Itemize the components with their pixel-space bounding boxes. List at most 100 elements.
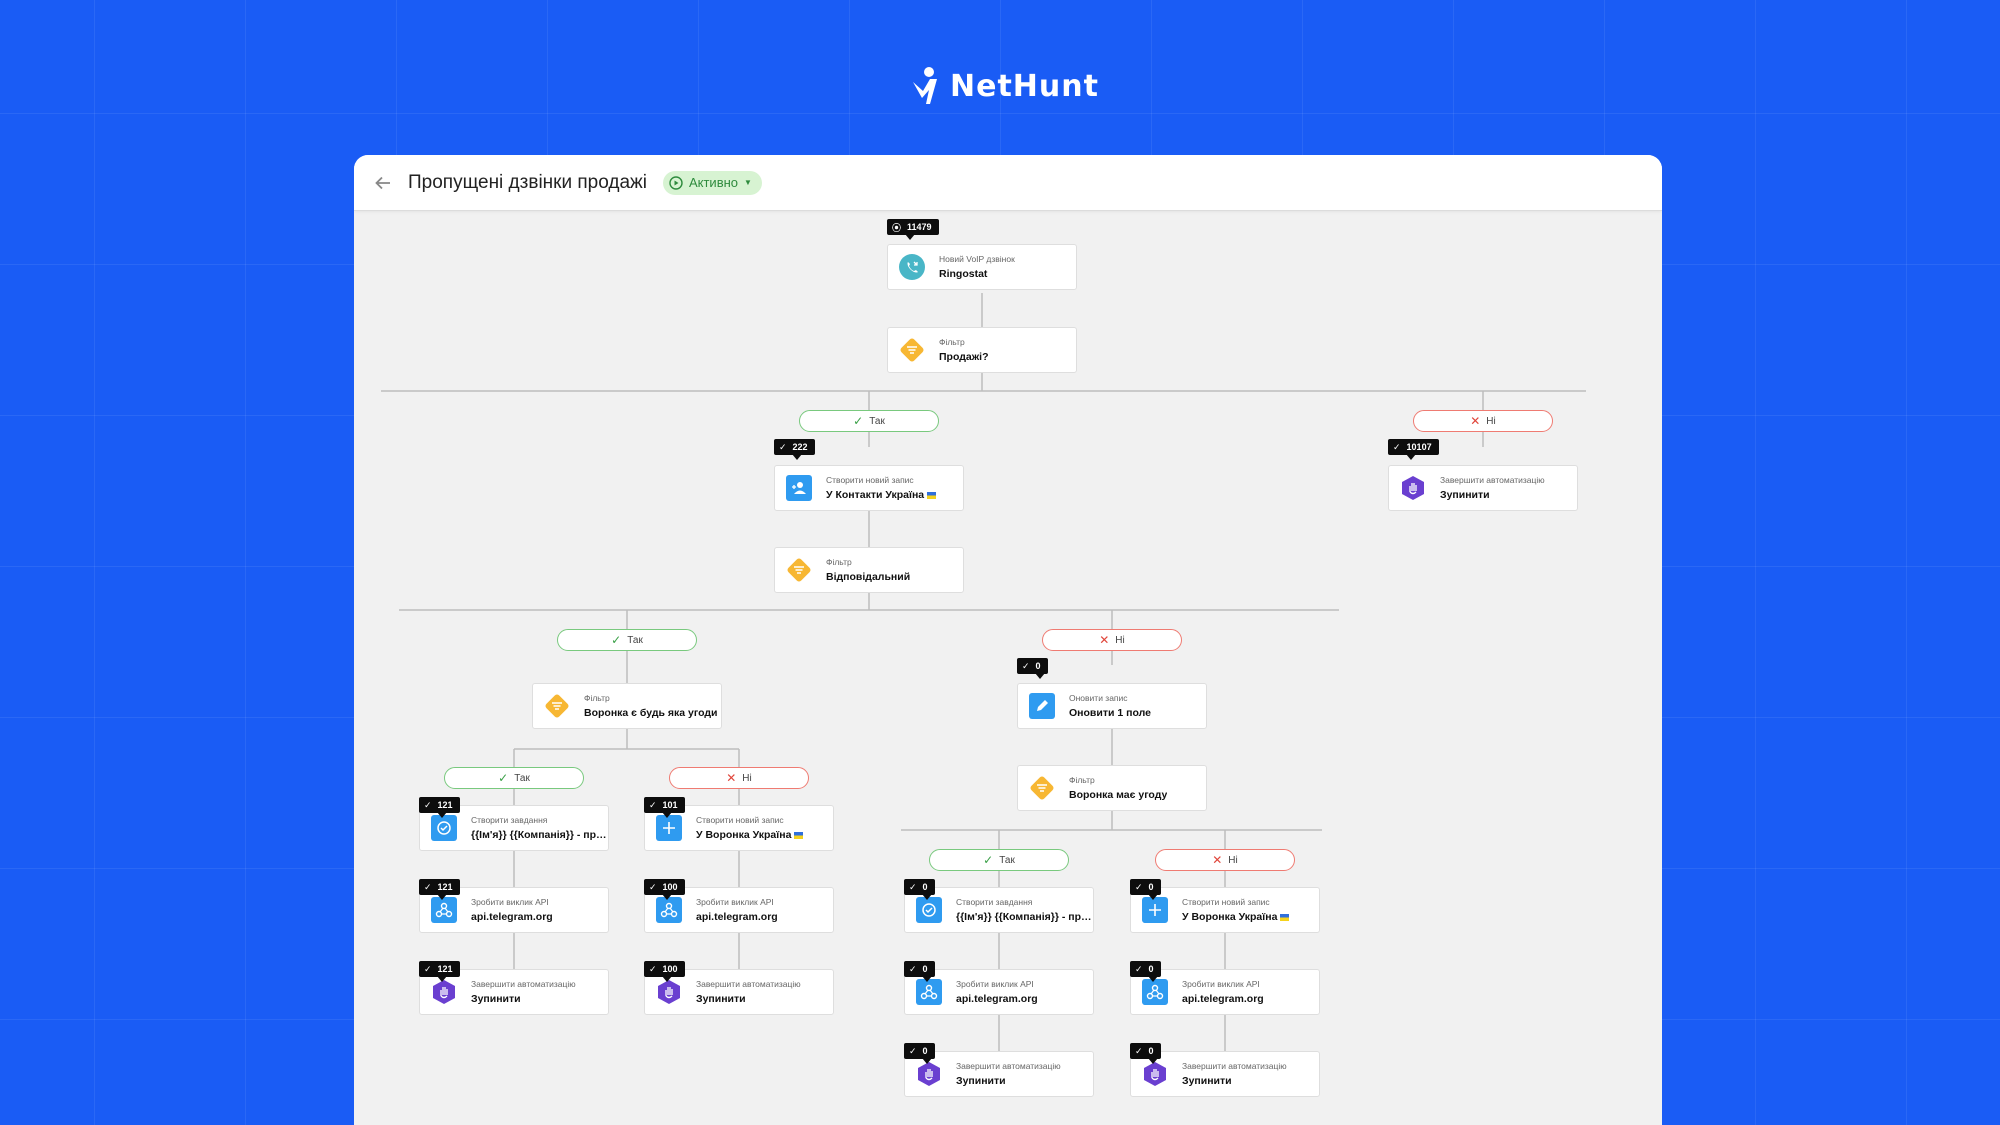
create-record-node-contacts[interactable]: Створити новий запис У Контакти Україна — [774, 465, 964, 511]
node-value: {{Ім'я}} {{Компанія}} - пропущений дзвін… — [956, 911, 1093, 923]
filter-node-funnel-any[interactable]: Фільтр Воронка є будь яка угоди — [532, 683, 722, 729]
editor-header: Пропущені дзвінки продажі Активно ▼ — [354, 155, 1662, 211]
badge-value: 0 — [922, 882, 928, 892]
node-label: Фільтр — [1069, 775, 1095, 785]
check-icon: ✓ — [1022, 660, 1030, 671]
branch-yes-funnel-has[interactable]: ✓ Так — [929, 849, 1069, 871]
filter-icon — [899, 337, 925, 363]
node-label: Створити новий запис — [1182, 897, 1270, 907]
plus-icon — [1142, 897, 1168, 923]
badge-value: 0 — [1035, 661, 1041, 671]
trigger-node-voip-call[interactable]: Новий VoIP дзвінок Ringostat — [887, 244, 1077, 290]
branch-yes-funnel-any[interactable]: ✓ Так — [444, 767, 584, 789]
play-circle-icon — [669, 175, 683, 190]
page-title: Пропущені дзвінки продажі — [408, 171, 647, 193]
status-label: Активно — [688, 175, 739, 190]
run-count-badge: ✓ 100 — [644, 961, 685, 982]
branch-label: Ні — [1228, 854, 1238, 866]
filter-node-sales[interactable]: Фільтр Продажі? — [887, 327, 1077, 373]
node-value: Оновити 1 поле — [1069, 707, 1151, 719]
stop-hand-icon — [1142, 1061, 1168, 1087]
ukraine-flag-icon — [794, 831, 804, 839]
filter-node-responsible[interactable]: Фільтр Відповідальний — [774, 547, 964, 593]
badge-value: 121 — [437, 882, 453, 892]
branch-no-funnel-any[interactable]: ✕ Ні — [669, 767, 809, 789]
branch-no-funnel-has[interactable]: ✕ Ні — [1155, 849, 1295, 871]
badge-value: 11479 — [907, 222, 932, 232]
stop-hand-icon — [916, 1061, 942, 1087]
status-dropdown[interactable]: Активно ▼ — [662, 170, 762, 195]
badge-value: 100 — [662, 964, 678, 974]
node-label: Фільтр — [826, 557, 852, 567]
node-value: У Воронка Україна — [696, 829, 792, 841]
check-icon: ✓ — [1135, 881, 1143, 892]
node-value: У Воронка Україна — [1182, 911, 1278, 923]
branch-yes-sales[interactable]: ✓ Так — [799, 410, 939, 432]
branch-label: Так — [627, 634, 643, 646]
run-count-badge: ✓ 121 — [419, 961, 460, 982]
branch-no-sales[interactable]: ✕ Ні — [1413, 410, 1553, 432]
badge-value: 0 — [1148, 964, 1154, 974]
filter-node-funnel-has[interactable]: Фільтр Воронка має угоду — [1017, 765, 1207, 811]
workflow-canvas[interactable]: ✓ Так ✕ Ні ✓ Так ✕ Ні ✓ Так ✕ Ні ✓ Так ✕ Ні Нови… — [354, 155, 1662, 1125]
nethunt-logo-mark-icon — [913, 67, 937, 104]
node-value: Відповідальний — [826, 571, 911, 583]
branch-label: Ні — [1486, 415, 1496, 427]
phone-icon — [899, 254, 925, 280]
branch-label: Ні — [742, 772, 752, 784]
run-count-badge: ✓ 0 — [1130, 1043, 1161, 1064]
cross-icon: ✕ — [1212, 853, 1223, 867]
check-icon: ✓ — [424, 881, 432, 892]
node-label: Створити завдання — [956, 897, 1033, 907]
node-label: Завершити автоматизацію — [956, 1061, 1061, 1071]
branch-label: Так — [999, 854, 1015, 866]
plus-icon — [656, 815, 682, 841]
check-icon: ✓ — [853, 414, 864, 428]
badge-value: 0 — [1148, 882, 1154, 892]
branch-label: Так — [514, 772, 530, 784]
brand-name: NetHunt — [950, 68, 1099, 104]
webhook-icon — [916, 979, 942, 1005]
run-count-badge: ✓ 10107 — [1388, 439, 1439, 460]
filter-icon — [1029, 775, 1055, 801]
ukraine-flag-icon — [1280, 913, 1290, 921]
back-button[interactable] — [368, 168, 398, 198]
node-label: Оновити запис — [1069, 693, 1128, 703]
check-icon: ✓ — [779, 441, 787, 452]
cross-icon: ✕ — [1470, 414, 1481, 428]
webhook-icon — [656, 897, 682, 923]
cross-icon: ✕ — [726, 771, 737, 785]
node-label: Фільтр — [584, 693, 610, 703]
check-icon: ✓ — [1393, 441, 1401, 452]
ukraine-flag-icon — [927, 491, 937, 499]
edit-icon — [1029, 693, 1055, 719]
run-count-badge: ✓ 0 — [904, 879, 935, 900]
node-value: У Контакти Україна — [826, 489, 925, 501]
check-icon: ✓ — [649, 799, 657, 810]
badge-value: 100 — [662, 882, 678, 892]
badge-value: 0 — [922, 964, 928, 974]
check-icon: ✓ — [909, 881, 917, 892]
node-label: Зробити виклик API — [696, 897, 774, 907]
branch-no-responsible[interactable]: ✕ Ні — [1042, 629, 1182, 651]
run-count-badge: ✓ 121 — [419, 797, 460, 818]
update-record-node[interactable]: Оновити запис Оновити 1 поле — [1017, 683, 1207, 729]
node-label: Створити новий запис — [696, 815, 784, 825]
badge-value: 121 — [437, 964, 453, 974]
branch-label: Так — [869, 415, 885, 427]
check-icon: ✓ — [909, 963, 917, 974]
filter-icon — [786, 557, 812, 583]
badge-value: 121 — [437, 800, 453, 810]
branch-yes-responsible[interactable]: ✓ Так — [557, 629, 697, 651]
automation-editor-window: ✓ Так ✕ Ні ✓ Так ✕ Ні ✓ Так ✕ Ні ✓ Так ✕ Ні Нови… — [354, 155, 1662, 1125]
task-check-icon — [916, 897, 942, 923]
add-contact-icon — [786, 475, 812, 501]
check-icon: ✓ — [611, 633, 622, 647]
play-circle-icon: ⦿ — [892, 222, 902, 233]
node-label: Завершити автоматизацію — [1182, 1061, 1287, 1071]
run-count-badge: ✓ 0 — [904, 961, 935, 982]
check-icon: ✓ — [983, 853, 994, 867]
run-count-badge: ✓ 222 — [774, 439, 815, 460]
stop-node-no-sales[interactable]: Завершити автоматизацію Зупинити — [1388, 465, 1578, 511]
node-label: Створити новий запис — [826, 475, 914, 485]
